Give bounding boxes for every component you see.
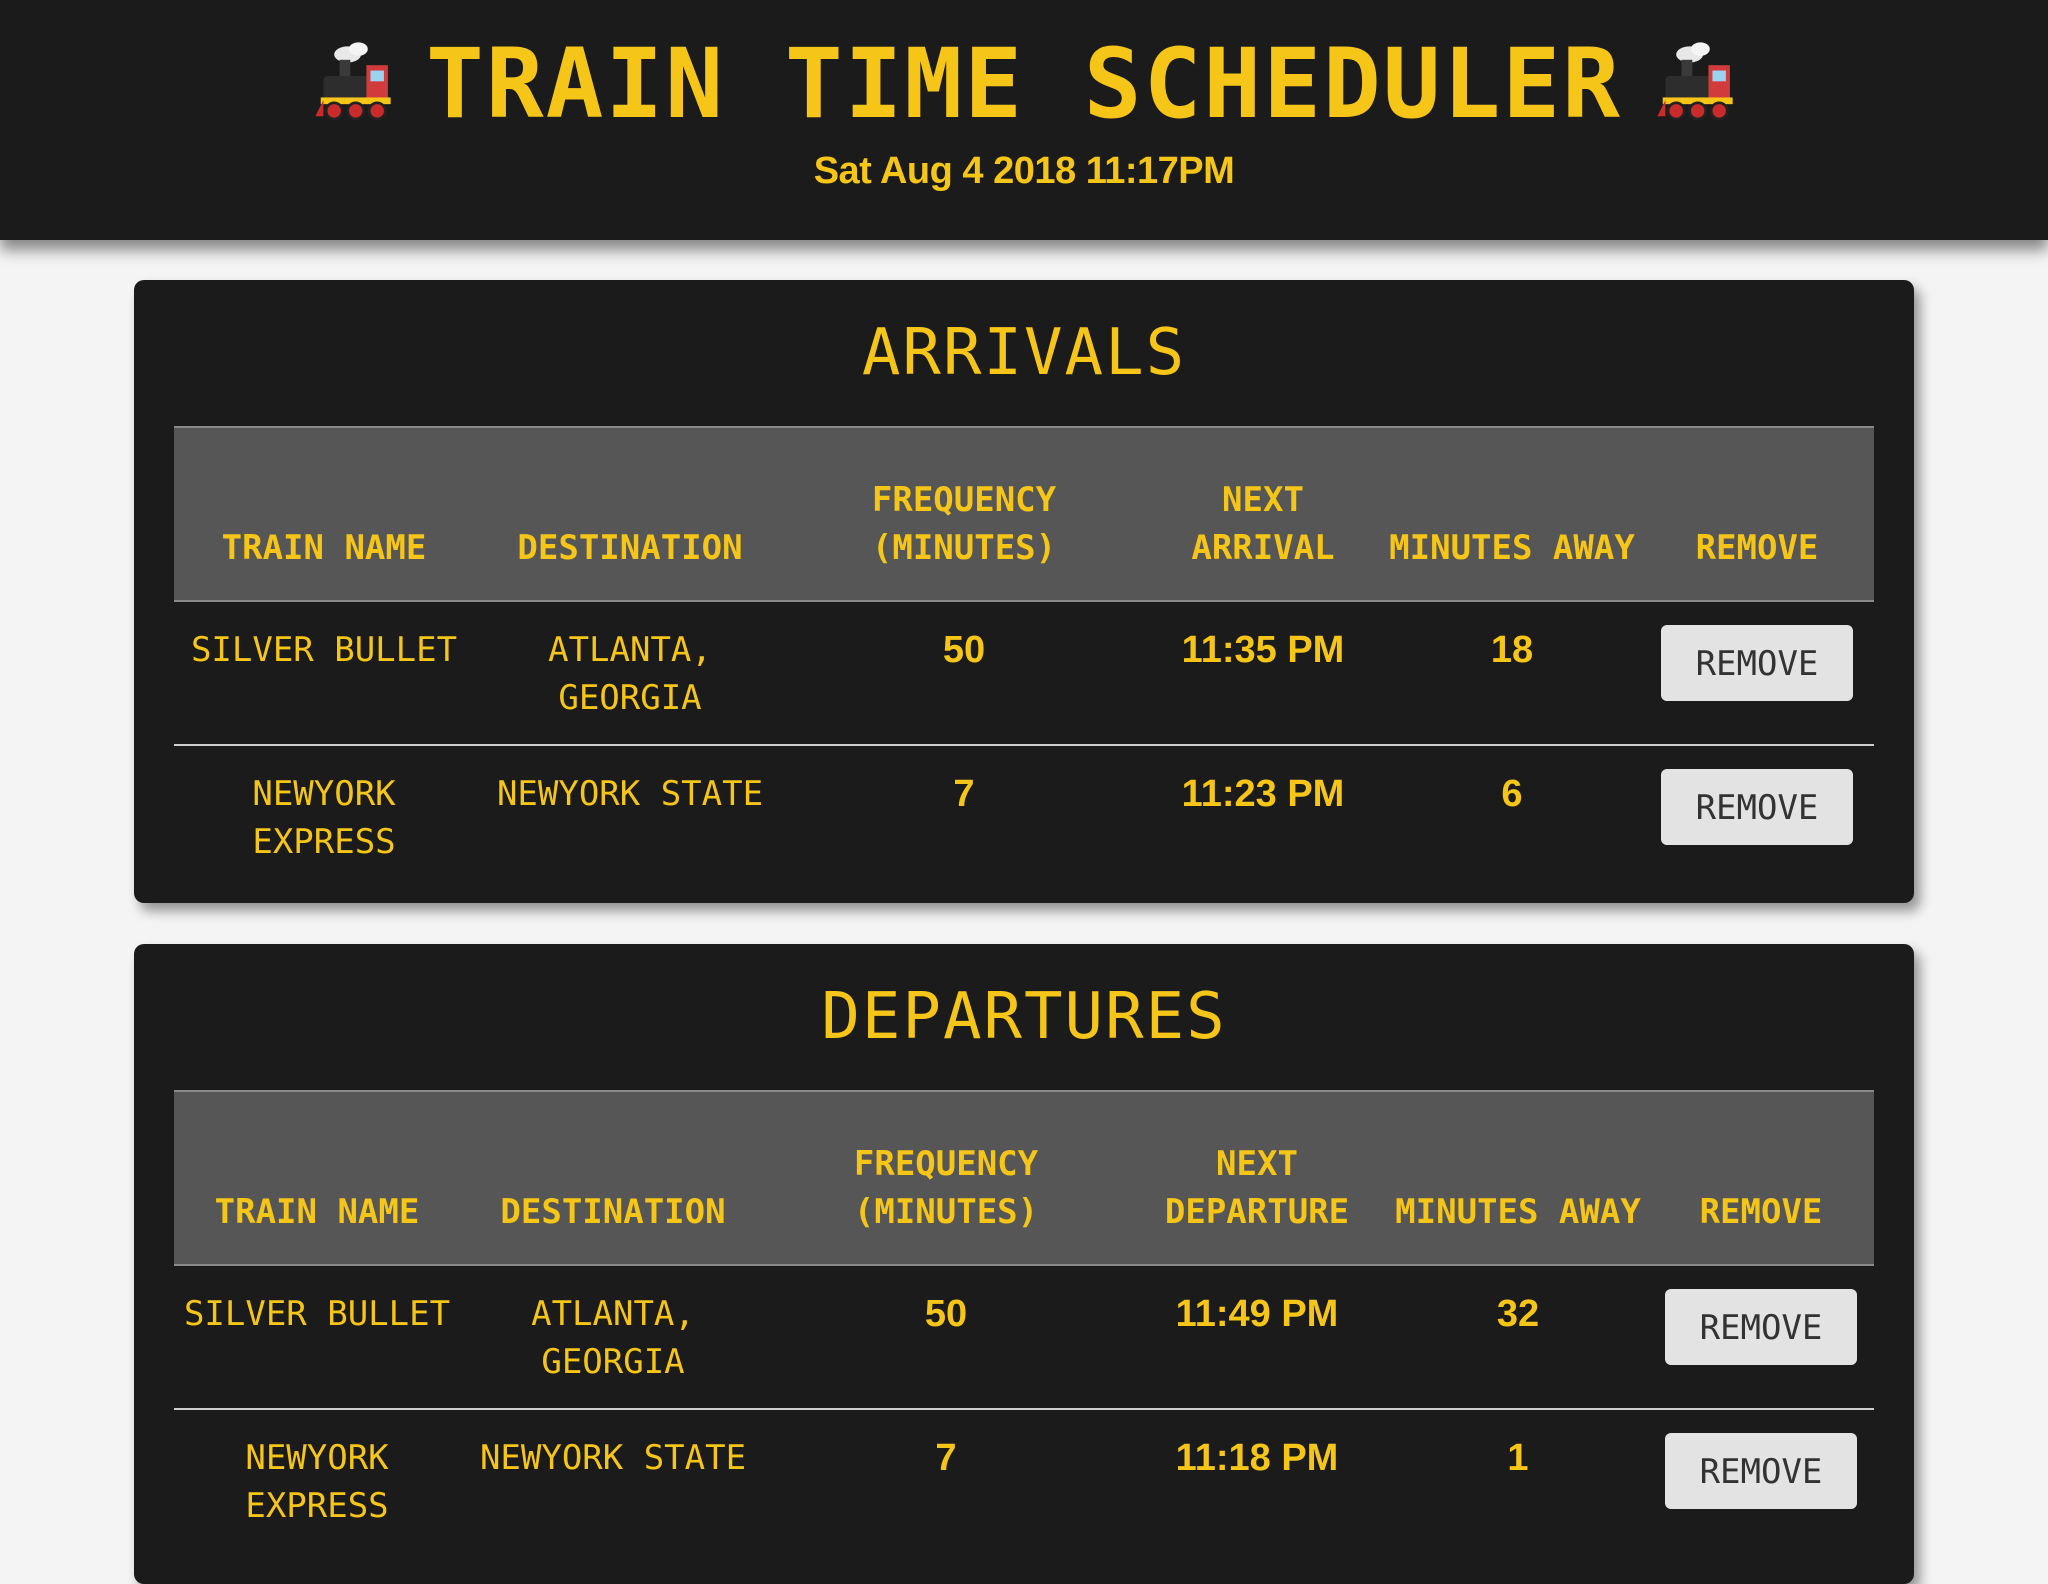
column-header-frequency: Frequency (Minutes) [786,426,1142,602]
steam-locomotive-icon [315,42,391,121]
remove-cell: Remove [1640,745,1874,889]
train-name-cell: Newyork Express [252,774,396,862]
remove-button[interactable]: Remove [1665,1289,1857,1365]
frequency-cell: 7 [953,773,975,815]
departures-title: Departures [821,980,1227,1054]
frequency-cell: 50 [786,601,1142,746]
column-header-frequency: Frequency (Minutes) [766,1090,1126,1266]
frequency-cell: 7 [935,1437,957,1479]
minutes-away-cell: 1 [1507,1437,1529,1479]
minutes-away-cell: 6 [1501,773,1523,815]
arrivals-title: Arrivals [861,316,1187,390]
train-name-cell: Newyork Express [245,1438,389,1526]
remove-button[interactable]: Remove [1661,625,1853,701]
minutes-away-cell: 32 [1388,1265,1648,1410]
column-header-train-name: Train Name [174,1090,460,1266]
remove-button[interactable]: Remove [1665,1433,1857,1509]
next-departure-cell: 11:49 PM [1126,1265,1388,1410]
column-header-remove: Remove [1648,1090,1874,1266]
arrivals-table: Train Name Destination Frequency (Minute… [174,426,1874,889]
departures-panel: Departures Train Name Destination Freque… [134,944,1914,1584]
column-header-destination: Destination [474,426,786,602]
next-arrival-cell: 11:35 PM [1142,601,1384,746]
page-title: Train Time Scheduler [426,28,1622,140]
arrivals-panel: Arrivals Train Name Destination Frequenc… [134,280,1914,903]
frequency-cell: 50 [766,1265,1126,1410]
column-header-next-departure: Next Departure [1126,1090,1388,1266]
destination-cell: Atlanta, Georgia [474,601,786,746]
column-header-minutes-away: Minutes Away [1384,426,1640,602]
column-header-minutes-away: Minutes Away [1388,1090,1648,1266]
current-datetime: Sat Aug 4 2018 11:17PM [813,150,1235,192]
destination-cell: Newyork State [479,1438,747,1478]
column-header-train-name: Train Name [174,426,474,602]
destination-cell: Newyork State [496,774,764,814]
table-row: Newyork Express Newyork State 7 11:23 PM… [174,745,1874,889]
column-header-remove: Remove [1640,426,1874,602]
train-name-cell: Silver Bullet [174,1265,460,1410]
column-header-destination: Destination [460,1090,766,1266]
minutes-away-cell: 18 [1384,601,1640,746]
next-departure-cell: 11:18 PM [1175,1437,1339,1479]
departures-table: Train Name Destination Frequency (Minute… [174,1090,1874,1553]
table-header-row: Train Name Destination Frequency (Minute… [174,426,1874,602]
table-row: Silver Bullet Atlanta, Georgia 50 11:49 … [174,1265,1874,1410]
column-header-next-arrival: Next Arrival [1142,426,1384,602]
train-name-cell: Silver Bullet [174,601,474,746]
table-row: Newyork Express Newyork State 7 11:18 PM… [174,1409,1874,1553]
destination-cell: Atlanta, Georgia [460,1265,766,1410]
table-header-row: Train Name Destination Frequency (Minute… [174,1090,1874,1266]
title-row: Train Time Scheduler [0,28,2048,140]
remove-cell: Remove [1640,601,1874,746]
table-row: Silver Bullet Atlanta, Georgia 50 11:35 … [174,601,1874,746]
remove-button[interactable]: Remove [1661,769,1853,845]
steam-locomotive-icon [1657,42,1733,121]
next-arrival-cell: 11:23 PM [1181,773,1345,815]
page-header: Train Time Scheduler Sat Aug 4 2018 11:1… [0,0,2048,240]
remove-cell: Remove [1648,1409,1874,1553]
remove-cell: Remove [1648,1265,1874,1410]
